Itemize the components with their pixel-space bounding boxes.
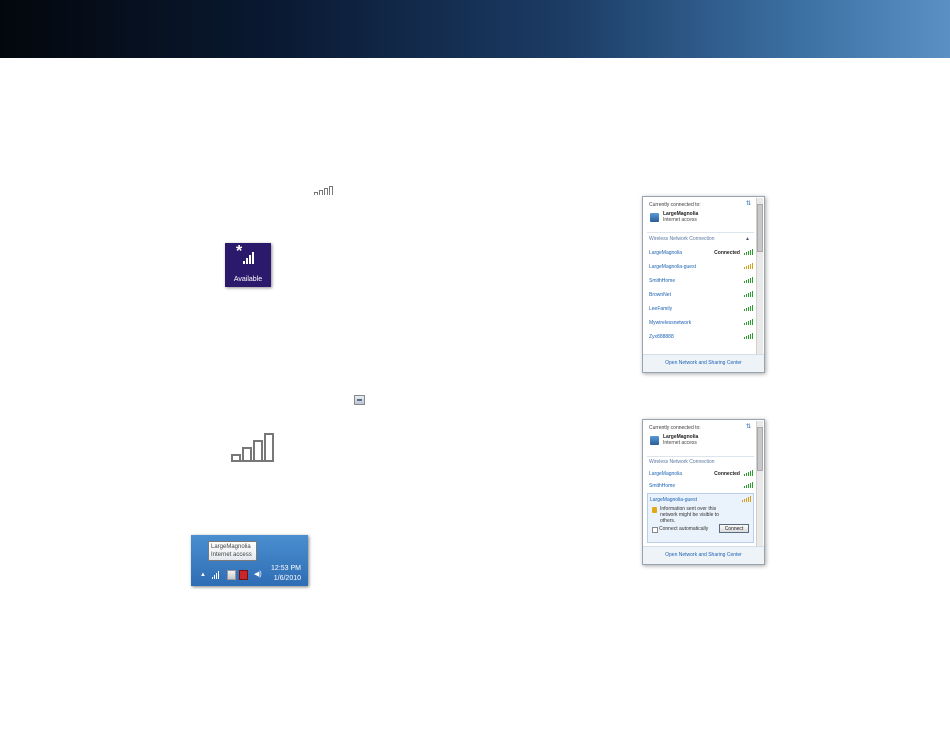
unsecured-warning-text: Information sent over this network might… [660, 506, 719, 524]
network-name: BrownNet [649, 292, 671, 298]
connection-status: Connected [714, 250, 740, 256]
signal-strength-icon [744, 333, 753, 339]
wireless-connect-panel: Currently connected to: ⇅ LargeMagnolia … [642, 419, 765, 565]
refresh-icon[interactable]: ⇅ [746, 423, 751, 430]
tray-wireless-icon[interactable] [212, 571, 219, 579]
signal-strength-icon [744, 470, 753, 476]
network-list-item[interactable]: SmithHome [649, 482, 753, 491]
refresh-icon[interactable]: ⇅ [746, 200, 751, 207]
tooltip-network-name: LargeMagnolia [211, 544, 251, 550]
network-icon [650, 213, 659, 222]
network-list-item[interactable]: BrownNet [649, 291, 753, 300]
network-icon [650, 436, 659, 445]
wireless-signal-icon [313, 185, 334, 196]
taskbar-notification-area: LargeMagnolia Internet access ▲ ◀) 12:53… [191, 535, 308, 586]
action-center-flag-icon[interactable] [227, 570, 236, 580]
available-label: Available [233, 276, 263, 283]
network-name: LargeMagnolia [649, 471, 683, 477]
tooltip-network-status: Internet access [211, 552, 252, 558]
show-hidden-icons-button[interactable] [354, 395, 365, 405]
network-name: Zyx888888 [649, 334, 674, 340]
warning-shield-icon [652, 507, 657, 513]
currently-connected-label: Currently connected to: [649, 425, 701, 431]
connection-status: Connected [714, 471, 740, 477]
panel-scrollbar[interactable] [756, 198, 763, 354]
network-tooltip: LargeMagnolia Internet access [208, 541, 257, 561]
network-list-item[interactable]: LeeFamily [649, 305, 753, 314]
selected-network-item[interactable]: LargeMagnolia-guest Information sent ove… [647, 493, 754, 543]
network-name: LargeMagnolia-guest [649, 264, 696, 270]
network-name: Mywirelessnetwork [649, 320, 692, 326]
collapse-caret-icon[interactable]: ▲ [745, 236, 750, 242]
signal-strength-icon [744, 319, 753, 325]
signal-strength-icon [744, 291, 753, 297]
signal-strength-icon [744, 249, 753, 255]
connected-network-status: Internet access [663, 217, 697, 223]
network-name: SmithHome [649, 278, 676, 284]
wireless-signal-large-icon [231, 433, 274, 462]
signal-strength-icon [744, 277, 753, 283]
open-network-center-link[interactable]: Open Network and Sharing Center [643, 546, 764, 564]
asterisk-icon: * [236, 243, 243, 260]
wireless-available-icon: * Available [225, 243, 271, 287]
volume-icon[interactable]: ◀) [254, 570, 262, 578]
signal-strength-icon [742, 496, 751, 502]
connect-automatically-checkbox[interactable] [652, 527, 658, 533]
security-alert-icon[interactable] [239, 570, 248, 580]
section-header[interactable]: Wireless Network Connection [649, 236, 715, 242]
signal-strength-icon [744, 482, 753, 488]
network-name: LargeMagnolia-guest [650, 497, 697, 503]
tray-time: 12:53 PM [271, 565, 301, 572]
network-list-item[interactable]: LargeMagnolia Connected [649, 470, 753, 479]
network-list-item[interactable]: Zyx888888 [649, 333, 753, 342]
wireless-network-list-panel: Currently connected to: ⇅ LargeMagnolia … [642, 196, 765, 373]
signal-bars-icon [243, 252, 254, 264]
network-list-item[interactable]: Mywirelessnetwork [649, 319, 753, 328]
network-list-item[interactable]: LargeMagnolia Connected [649, 249, 753, 258]
network-list-item[interactable]: LargeMagnolia-guest [649, 263, 753, 272]
panel-scrollbar[interactable] [756, 421, 763, 546]
section-header[interactable]: Wireless Network Connection [649, 459, 715, 465]
tray-up-arrow-icon[interactable]: ▲ [200, 572, 206, 578]
network-name: LeeFamily [649, 306, 673, 312]
signal-strength-icon [744, 305, 753, 311]
connect-button[interactable]: Connect [719, 524, 749, 533]
currently-connected-label: Currently connected to: [649, 202, 701, 208]
network-name: LargeMagnolia [649, 250, 683, 256]
connected-network-status: Internet access [663, 440, 697, 446]
header-banner [0, 0, 950, 58]
connect-automatically-label: Connect automatically [659, 526, 709, 532]
signal-strength-icon [744, 263, 753, 269]
tray-clock[interactable]: 12:53 PM 1/6/2010 [271, 564, 301, 584]
tray-date: 1/6/2010 [273, 575, 301, 582]
network-name: SmithHome [649, 483, 676, 489]
network-list-item[interactable]: SmithHome [649, 277, 753, 286]
open-network-center-link[interactable]: Open Network and Sharing Center [643, 354, 764, 372]
